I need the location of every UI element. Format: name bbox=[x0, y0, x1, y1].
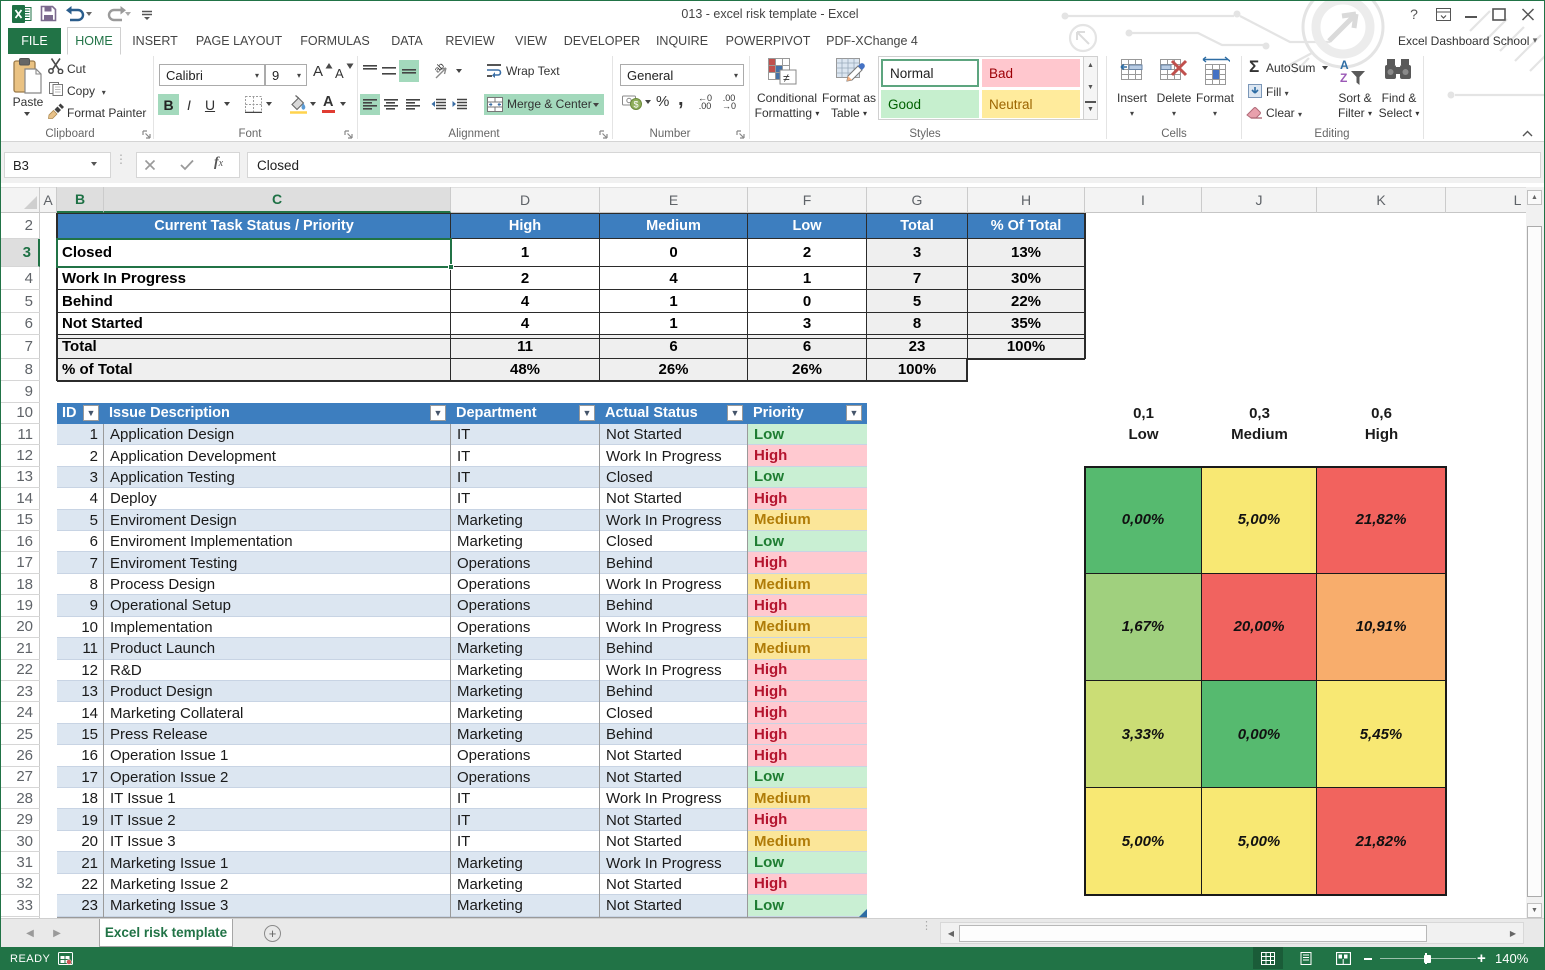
svg-text:≠: ≠ bbox=[783, 71, 790, 85]
svg-text:$: $ bbox=[634, 100, 639, 110]
svg-text:A: A bbox=[1340, 58, 1349, 72]
svg-text:Z: Z bbox=[1340, 71, 1347, 85]
